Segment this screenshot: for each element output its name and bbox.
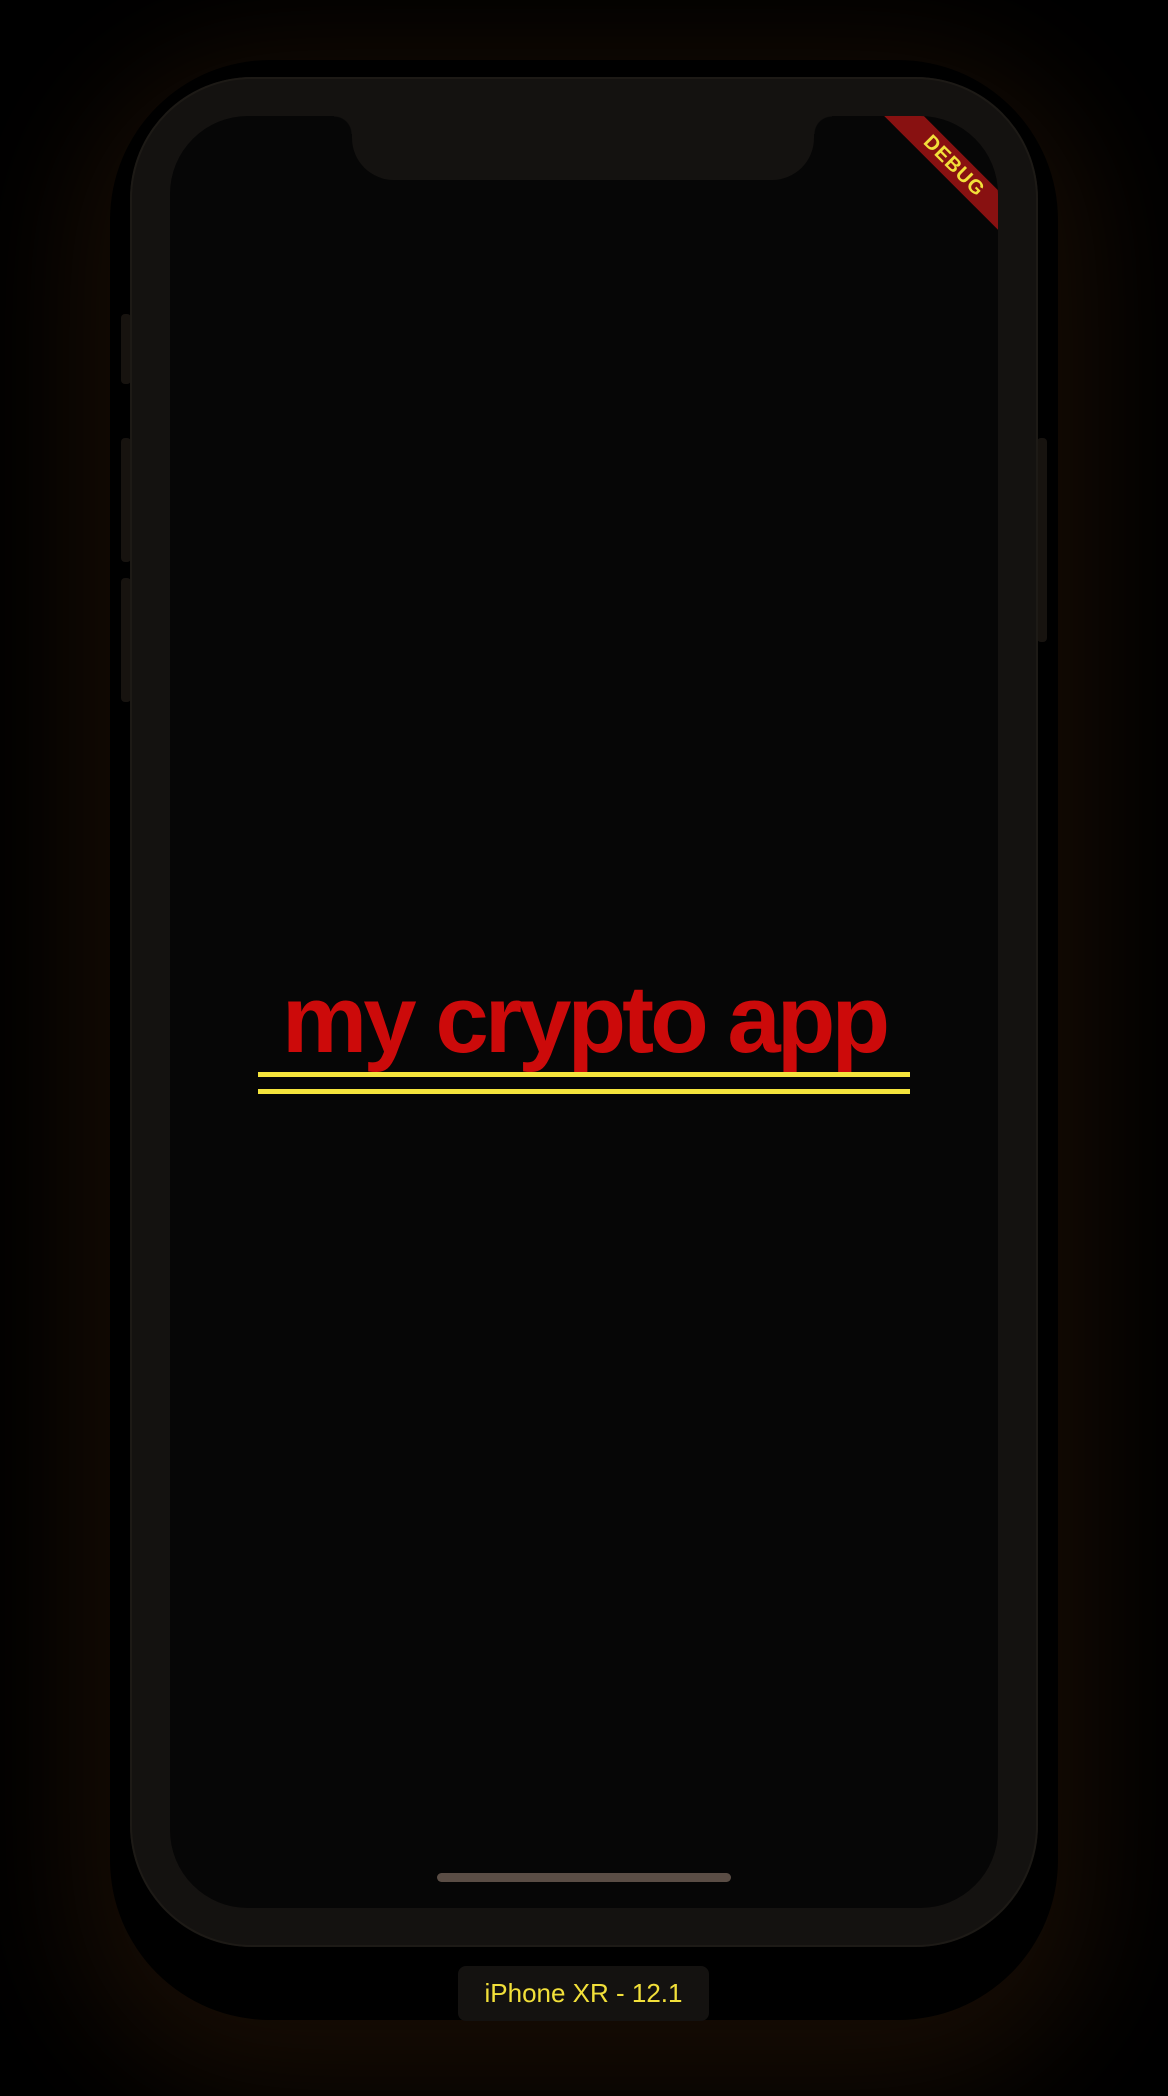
device-label: iPhone XR - 12.1 <box>458 1966 709 2021</box>
device-label-text: iPhone XR - 12.1 <box>484 1978 683 2008</box>
app-title: my crypto app <box>281 966 890 1073</box>
power-button <box>1037 438 1047 642</box>
title-underline-2 <box>258 1089 910 1094</box>
app-title-block: my crypto app <box>258 966 910 1094</box>
app-screen[interactable]: DEBUG my crypto app <box>170 116 998 1908</box>
home-indicator[interactable] <box>437 1873 731 1882</box>
title-underline-1 <box>258 1072 910 1077</box>
notch <box>334 116 832 180</box>
